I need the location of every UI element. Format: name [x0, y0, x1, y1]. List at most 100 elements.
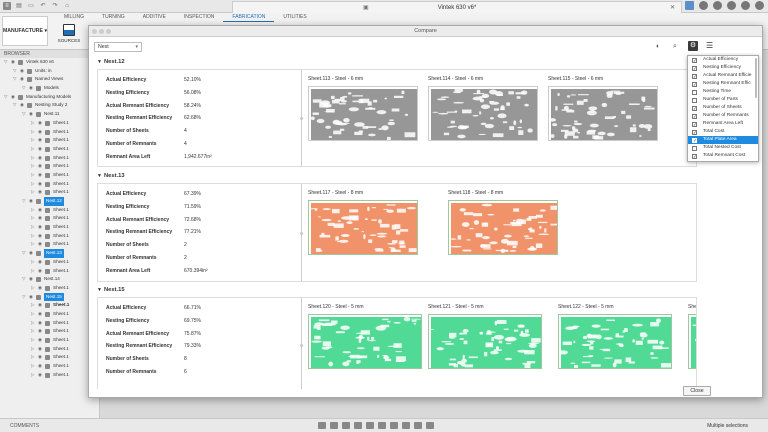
visibility-eye-icon[interactable]: ◉ [38, 240, 42, 249]
visibility-eye-icon[interactable]: ◉ [38, 171, 42, 180]
browser-tree-item[interactable]: ▽ ◉ Named Views [0, 75, 99, 84]
sheet-preview[interactable]: Sheet.118 - Steel - 8 mm [448, 190, 560, 257]
sheet-preview[interactable]: Sheet [688, 304, 696, 371]
sheet-preview[interactable]: Sheet.117 - Steel - 8 mm [308, 190, 420, 257]
caret-right-icon[interactable]: ▽ [22, 249, 25, 258]
sources-button[interactable]: SOURCES [57, 24, 81, 46]
zoom-icon[interactable]: ⌕ [673, 43, 677, 51]
new-tab-icon[interactable] [685, 1, 694, 10]
caret-right-icon[interactable]: ▷ [31, 345, 34, 354]
close-tab-icon[interactable]: ✕ [670, 4, 675, 11]
visibility-eye-icon[interactable]: ◉ [38, 310, 42, 319]
splitter-handle-icon[interactable]: ‹› [300, 116, 303, 122]
browser-tree-item[interactable]: ▷ ◉ Sheet.1 [0, 362, 99, 371]
notifications-icon[interactable] [727, 1, 736, 10]
visibility-eye-icon[interactable]: ◉ [38, 258, 42, 267]
browser-tree-item[interactable]: ▷ ◉ Sheet.1 [0, 336, 99, 345]
browser-tree-item[interactable]: ▷ ◉ Sheet.1 [0, 154, 99, 163]
caret-right-icon[interactable]: ▽ [22, 275, 25, 284]
caret-right-icon[interactable]: ▷ [31, 362, 34, 371]
visibility-eye-icon[interactable]: ◉ [38, 319, 42, 328]
app-menu-icon[interactable]: ≡ [3, 2, 11, 10]
visibility-eye-icon[interactable]: ◉ [38, 362, 42, 371]
caret-right-icon[interactable]: ▽ [22, 110, 25, 119]
visibility-eye-icon[interactable]: ◉ [38, 232, 42, 241]
browser-tree-item[interactable]: ▷ ◉ Sheet.1 [0, 136, 99, 145]
checkbox[interactable]: ✓ [692, 57, 697, 63]
caret-right-icon[interactable]: ▷ [31, 119, 34, 128]
caret-right-icon[interactable]: ▷ [31, 319, 34, 328]
caret-right-icon[interactable]: ▷ [31, 284, 34, 293]
visibility-eye-icon[interactable]: ◉ [38, 327, 42, 336]
settings-button[interactable]: ⚙ [688, 41, 698, 51]
column-toggle-item[interactable]: Total Nested Cost [688, 144, 758, 152]
pane-splitter[interactable]: ‹› [300, 184, 305, 281]
visibility-eye-icon[interactable]: ◉ [38, 284, 42, 293]
column-toggle-item[interactable]: ✓ Actual Remnant Efficie [688, 72, 758, 80]
tab-turning[interactable]: TURNING [93, 13, 134, 22]
browser-tree-item[interactable]: ▷ ◉ Sheet.1 [0, 145, 99, 154]
visibility-eye-icon[interactable]: ◉ [38, 371, 42, 380]
visibility-eye-icon[interactable]: ◉ [38, 128, 42, 137]
column-toggle-item[interactable]: ✓ Total Cost [688, 128, 758, 136]
list-view-button[interactable]: ☰ [706, 41, 713, 50]
caret-right-icon[interactable]: ▷ [31, 232, 34, 241]
pan-icon[interactable] [330, 422, 338, 429]
checkbox[interactable]: ✓ [692, 65, 697, 71]
orbit-icon[interactable] [318, 422, 326, 429]
browser-tree-item[interactable]: ▽ ◉ Vintek 630 v6 [0, 58, 99, 67]
grid-icon[interactable] [390, 422, 398, 429]
tab-inspection[interactable]: INSPECTION [175, 13, 224, 22]
viewports-icon[interactable] [402, 422, 410, 429]
comments-panel-label[interactable]: COMMENTS [10, 423, 39, 429]
visibility-eye-icon[interactable]: ◉ [38, 119, 42, 128]
checkbox[interactable]: ✓ [692, 153, 697, 159]
caret-right-icon[interactable]: ▷ [31, 223, 34, 232]
tab-utilities[interactable]: UTILITIES [274, 13, 315, 22]
home-icon[interactable]: ⌂ [63, 2, 71, 10]
redo-icon[interactable]: ↷ [51, 2, 59, 10]
caret-right-icon[interactable]: ▽ [13, 67, 16, 76]
browser-tree-item[interactable]: ▷ ◉ Sheet.1 [0, 310, 99, 319]
browser-tree-item[interactable]: ▷ ◉ Sheet.1 [0, 232, 99, 241]
checkbox[interactable] [692, 145, 697, 151]
browser-tree-item[interactable]: ▷ ◉ Sheet.1 [0, 258, 99, 267]
dialog-title-bar[interactable]: Compare [89, 26, 762, 37]
visibility-eye-icon[interactable]: ◉ [38, 162, 42, 171]
close-window-dot[interactable] [92, 29, 97, 34]
display-mode-icon[interactable] [378, 422, 386, 429]
caret-right-icon[interactable]: ▽ [4, 93, 7, 102]
browser-tree-item[interactable]: ▷ ◉ Sheet.1 [0, 128, 99, 137]
caret-right-icon[interactable]: ▽ [4, 58, 7, 67]
appearance-icon[interactable]: ◐ [656, 43, 660, 50]
visibility-eye-icon[interactable]: ◉ [38, 214, 42, 223]
checkbox[interactable]: ✓ [692, 81, 697, 87]
caret-right-icon[interactable]: ▷ [31, 327, 34, 336]
browser-tree-item[interactable]: ▷ ◉ Sheet.1 [0, 353, 99, 362]
visibility-eye-icon[interactable]: ◉ [38, 188, 42, 197]
caret-right-icon[interactable]: ▷ [31, 145, 34, 154]
nest-header[interactable]: ▼ Nest.12 [97, 59, 125, 65]
column-toggle-item[interactable]: ✓ Number of Remnants [688, 112, 758, 120]
browser-tree-item[interactable]: ▽ ◉ Nest.14 [0, 275, 99, 284]
visibility-eye-icon[interactable]: ◉ [38, 301, 42, 310]
browser-tree-item[interactable]: ▷ ◉ Sheet.1 [0, 214, 99, 223]
browser-tree-item[interactable]: ▷ ◉ Sheet.1 [0, 223, 99, 232]
fit-icon[interactable] [366, 422, 374, 429]
effects-icon[interactable] [414, 422, 422, 429]
checkbox[interactable] [692, 89, 697, 95]
checkbox[interactable]: ✓ [692, 113, 697, 119]
visibility-eye-icon[interactable]: ◉ [29, 249, 33, 258]
undo-icon[interactable]: ↶ [39, 2, 47, 10]
browser-tree-item[interactable]: ▷ ◉ Sheet.1 [0, 345, 99, 354]
visibility-eye-icon[interactable]: ◉ [38, 223, 42, 232]
browser-tree-item[interactable]: ▷ ◉ Sheet.1 [0, 180, 99, 189]
pane-splitter[interactable]: ‹› [300, 298, 305, 389]
checkbox[interactable]: ✓ [692, 121, 697, 127]
visibility-eye-icon[interactable]: ◉ [20, 67, 24, 76]
nest-header[interactable]: ▼ Nest.15 [97, 287, 125, 293]
caret-right-icon[interactable]: ▷ [31, 154, 34, 163]
view-select[interactable]: Nest ▾ [94, 42, 142, 52]
caret-right-icon[interactable]: ▷ [31, 206, 34, 215]
caret-right-icon[interactable]: ▷ [31, 353, 34, 362]
